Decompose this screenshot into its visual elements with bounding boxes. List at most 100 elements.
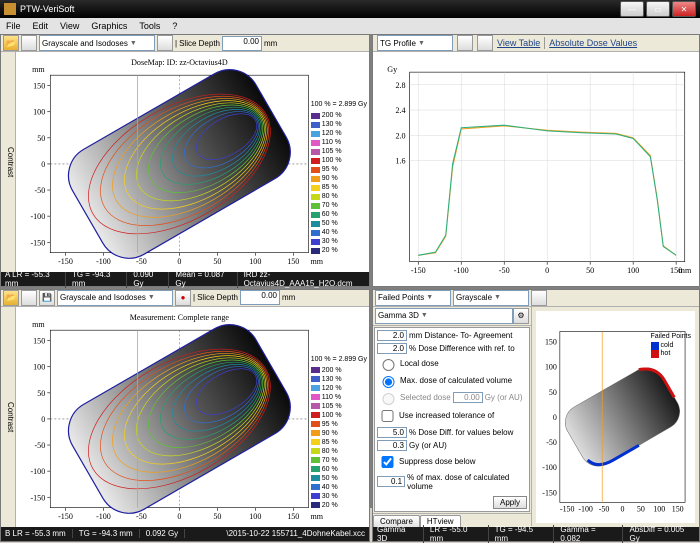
contrast-sidebar[interactable]: Contrast: [1, 307, 16, 527]
svg-text:-50: -50: [546, 438, 557, 447]
slice-depth-unit: mm: [264, 39, 277, 48]
suppress-input[interactable]: 0.1: [377, 476, 405, 487]
viewmode-combo[interactable]: Grayscale and Isodoses▼: [39, 35, 155, 51]
menu-view[interactable]: View: [54, 21, 85, 31]
svg-text:-100: -100: [30, 467, 45, 476]
svg-text:-150: -150: [30, 238, 45, 247]
svg-text:0: 0: [41, 415, 45, 424]
svg-text:50: 50: [213, 257, 221, 266]
menubar: File Edit View Graphics Tools ?: [0, 18, 700, 35]
isodose-legend: 100 % = 2.899 Gy200 %130 %120 %110 %105 …: [311, 100, 367, 255]
svg-text:-150: -150: [411, 266, 426, 275]
slice-depth-input[interactable]: 0.00: [222, 36, 262, 51]
svg-text:50: 50: [586, 266, 594, 275]
close-button[interactable]: ✕: [672, 1, 696, 17]
svg-text:-150: -150: [58, 257, 73, 266]
save-icon[interactable]: 💾: [39, 290, 55, 306]
slice-depth-label: Slice Depth: [179, 39, 220, 48]
profile-plot[interactable]: -150-100-500501001501.62.02.42.8Gymm: [373, 52, 699, 286]
grayscale-combo[interactable]: Grayscale▼: [453, 290, 529, 306]
window-title: PTW-VeriSoft: [20, 4, 74, 14]
menu-graphics[interactable]: Graphics: [85, 21, 133, 31]
flag-icon[interactable]: [21, 290, 37, 306]
menu-file[interactable]: File: [0, 21, 27, 31]
record-icon[interactable]: ●: [175, 290, 191, 306]
apply-button[interactable]: Apply: [493, 496, 527, 509]
svg-text:50: 50: [37, 389, 45, 398]
maximize-button[interactable]: ▭: [646, 1, 670, 17]
svg-text:0: 0: [177, 257, 181, 266]
svg-text:0: 0: [41, 160, 45, 169]
app-icon: [4, 3, 16, 15]
svg-text:Measurement: Complete range: Measurement: Complete range: [130, 313, 230, 322]
svg-text:-50: -50: [35, 441, 46, 450]
measurement-status: B LR = -55.3 mm TG = -94.3 mm 0.092 Gy \…: [1, 527, 369, 541]
dta-input[interactable]: 2.0: [377, 330, 407, 341]
gamma-status: Gamma 3D LR = -55.0 mm TG = -94.5 mm Gam…: [373, 527, 699, 541]
dosemap-plot[interactable]: DoseMap: ID: zz-Octavius4D-150-150-100-1…: [16, 52, 369, 272]
gamma-tool-1[interactable]: [531, 290, 547, 306]
measurement-toolbar: 📂 💾 Grayscale and Isodoses▼ ● | Slice De…: [1, 290, 369, 307]
tol-input[interactable]: 5.0: [377, 427, 407, 438]
gamma-params: Gamma 3D▼ ⚙ 2.0mm Distance- To- Agreemen…: [373, 307, 532, 527]
slice-depth-label: Slice Depth: [197, 293, 238, 302]
svg-text:mm: mm: [311, 257, 324, 266]
svg-text:150: 150: [287, 257, 299, 266]
profile-tool-1[interactable]: [457, 35, 473, 51]
svg-text:2.4: 2.4: [395, 106, 405, 115]
svg-text:2.8: 2.8: [395, 81, 405, 90]
svg-text:100: 100: [33, 108, 45, 117]
profile-tool-2[interactable]: [477, 35, 493, 51]
dd-input[interactable]: 2.0: [377, 343, 407, 354]
svg-text:0: 0: [545, 266, 549, 275]
svg-text:mm: mm: [679, 266, 692, 275]
svg-text:150: 150: [672, 504, 684, 513]
svg-text:-50: -50: [499, 266, 510, 275]
svg-text:-150: -150: [58, 512, 73, 521]
tolerance-check[interactable]: [381, 410, 394, 422]
link-abs-dose[interactable]: Absolute Dose Values: [549, 38, 637, 48]
svg-text:1.6: 1.6: [395, 157, 405, 166]
svg-text:DoseMap: ID: zz-Octavius4D: DoseMap: ID: zz-Octavius4D: [131, 58, 228, 67]
svg-text:50: 50: [549, 388, 557, 397]
svg-text:-100: -100: [542, 463, 557, 472]
viewmode-label: Grayscale and Isodoses: [42, 39, 128, 48]
svg-text:-50: -50: [599, 504, 610, 513]
svg-text:100: 100: [627, 266, 639, 275]
gamma-plot[interactable]: -150-150-100-100-50-50005050100100150150…: [536, 311, 695, 523]
max-calc-radio[interactable]: [382, 376, 395, 388]
link-view-table[interactable]: View Table: [497, 38, 540, 48]
slice-depth-input[interactable]: 0.00: [240, 290, 280, 305]
svg-text:mm: mm: [311, 512, 324, 521]
svg-text:100: 100: [249, 257, 261, 266]
svg-text:-150: -150: [560, 504, 575, 513]
svg-text:-50: -50: [136, 257, 147, 266]
suppress-check[interactable]: [381, 456, 394, 468]
menu-edit[interactable]: Edit: [27, 21, 55, 31]
failed-points-legend: Failed Points cold hot: [651, 333, 691, 358]
profile-tab-combo[interactable]: TG Profile▼: [377, 35, 453, 51]
viewmode-combo[interactable]: Grayscale and Isodoses▼: [57, 290, 173, 306]
flag-icon[interactable]: [21, 35, 37, 51]
svg-text:-50: -50: [35, 186, 46, 195]
svg-text:-50: -50: [136, 512, 147, 521]
tol-gy-input[interactable]: 0.3: [377, 440, 407, 451]
menu-tools[interactable]: Tools: [133, 21, 166, 31]
open-icon[interactable]: 📂: [3, 290, 19, 306]
gamma-toolbar: Failed Points▼ Grayscale▼: [373, 290, 699, 307]
dd-label: % Dose Difference with ref. to: [409, 344, 515, 353]
minimize-button[interactable]: —: [620, 1, 644, 17]
menu-help[interactable]: ?: [166, 21, 183, 31]
tool-button[interactable]: [157, 35, 173, 51]
gear-icon[interactable]: ⚙: [513, 308, 529, 324]
svg-text:-150: -150: [542, 488, 557, 497]
dta-label: mm Distance- To- Agreement: [409, 331, 512, 340]
svg-text:0: 0: [553, 413, 557, 422]
contrast-sidebar[interactable]: Contrast: [1, 52, 16, 272]
gamma-method-combo[interactable]: Gamma 3D▼: [375, 308, 513, 324]
failed-points-combo[interactable]: Failed Points▼: [375, 290, 451, 306]
panel-gamma: Failed Points▼ Grayscale▼ Gamma 3D▼ ⚙ 2.…: [372, 289, 700, 542]
local-dose-radio[interactable]: [382, 359, 395, 371]
measurement-plot[interactable]: Measurement: Complete range-150-150-100-…: [16, 307, 369, 527]
open-icon[interactable]: 📂: [3, 35, 19, 51]
